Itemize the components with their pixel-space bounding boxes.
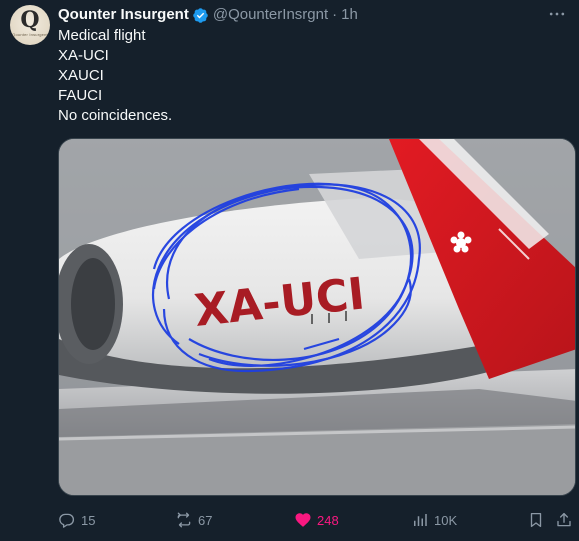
retweet-count: 67 [198, 512, 213, 528]
retweet-button[interactable]: 67 [175, 510, 212, 530]
tweet-text-line: No coincidences. [58, 107, 173, 124]
tweet[interactable]: Q Qounter Insurgent Qounter Insurgent @Q… [0, 0, 579, 541]
reply-icon [59, 513, 75, 528]
verified-badge-icon[interactable] [192, 7, 209, 24]
retweet-icon [177, 512, 191, 528]
avatar[interactable]: Q Qounter Insurgent [10, 5, 50, 45]
bookmark-button[interactable] [527, 510, 545, 530]
like-button[interactable]: 248 [294, 510, 339, 530]
share-icon [557, 512, 571, 527]
tweet-text-line: XAUCI [58, 67, 104, 84]
tweet-image[interactable]: XA-UCI [58, 138, 576, 496]
separator-dot: · [332, 6, 338, 23]
tweet-header: Qounter Insurgent @QounterInsrgnt · 1h [58, 6, 358, 24]
tweet-text-line: FAUCI [58, 87, 103, 104]
timestamp[interactable]: 1h [341, 6, 358, 24]
share-button[interactable] [555, 510, 573, 530]
tweet-text-line: Medical flight [58, 27, 146, 44]
airplane-photo: XA-UCI [59, 139, 575, 495]
tweet-text: Medical flight XA-UCI XAUCI FAUCI No coi… [58, 26, 172, 126]
views-button[interactable]: 10K [411, 510, 457, 530]
avatar-letter: Q [20, 7, 40, 33]
bookmark-icon [530, 512, 542, 528]
display-name[interactable]: Qounter Insurgent [58, 6, 189, 24]
heart-icon [295, 513, 311, 527]
more-options-icon[interactable] [547, 4, 567, 24]
views-icon [414, 514, 427, 526]
tweet-actions: 15 67 248 10K [0, 508, 579, 534]
like-count: 248 [317, 512, 339, 528]
reply-button[interactable]: 15 [58, 510, 95, 530]
views-count: 10K [434, 512, 458, 528]
tweet-text-line: XA-UCI [58, 47, 109, 64]
reply-count: 15 [81, 512, 96, 528]
avatar-caption: Qounter Insurgent [12, 32, 48, 37]
handle[interactable]: @QounterInsrgnt [213, 6, 328, 24]
